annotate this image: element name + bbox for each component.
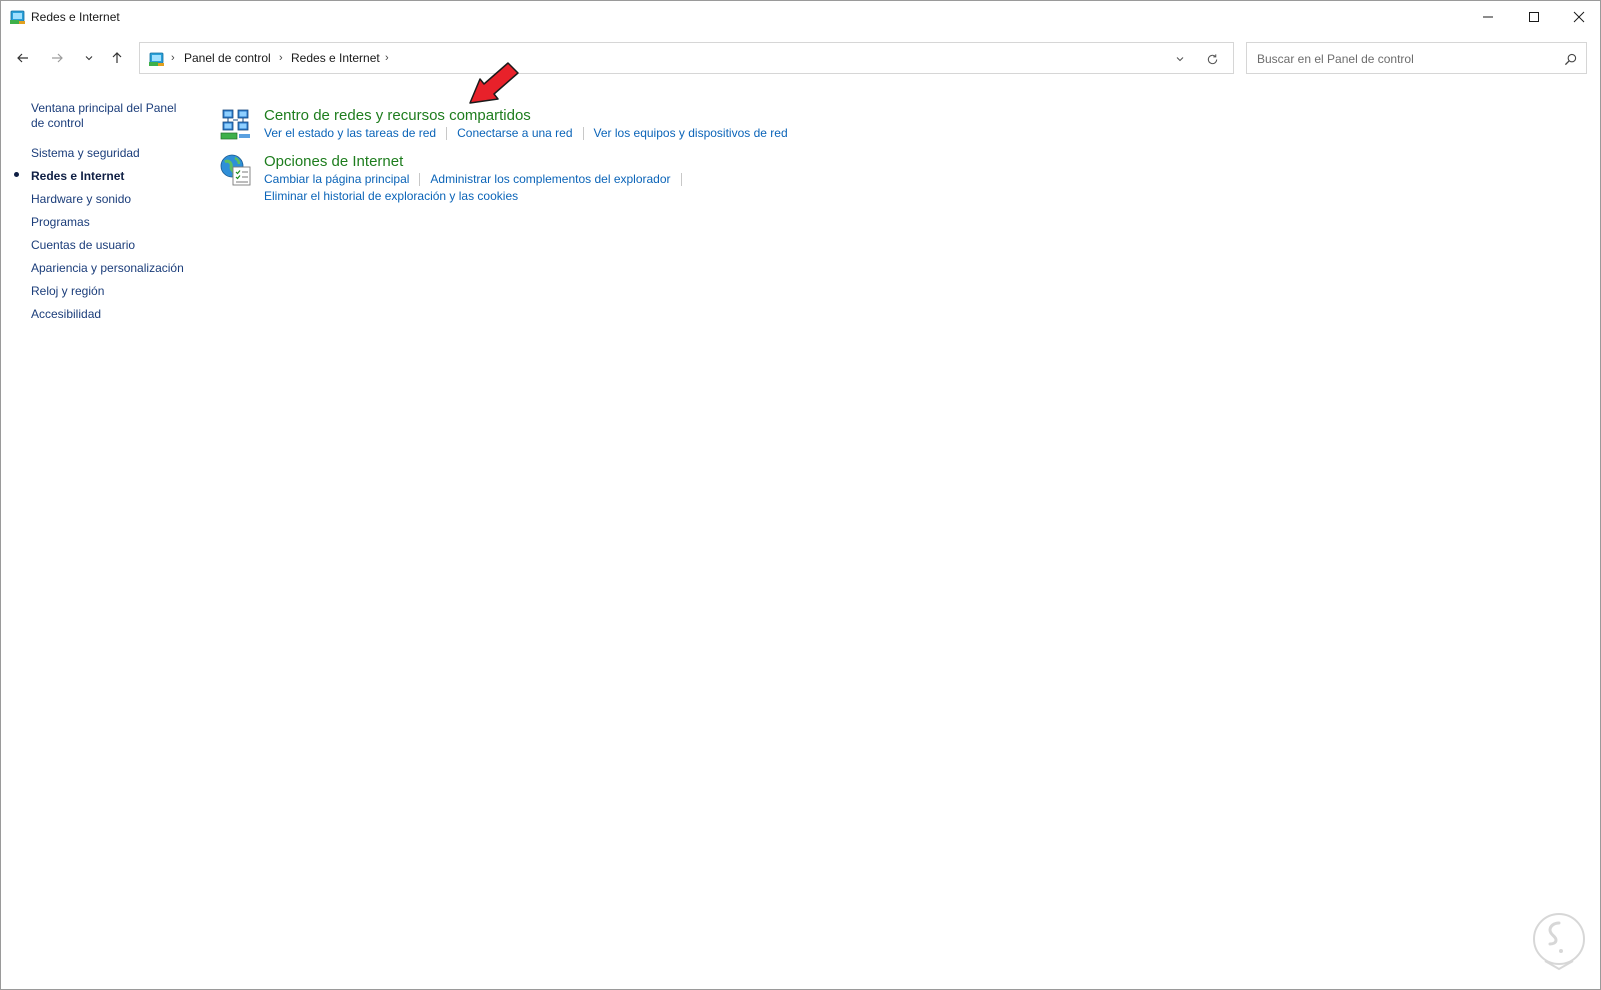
chevron-down-icon bbox=[85, 56, 93, 61]
maximize-icon bbox=[1529, 12, 1539, 22]
manage-addons-link[interactable]: Administrar los complementos del explora… bbox=[430, 172, 670, 186]
internet-options-icon[interactable] bbox=[219, 153, 253, 187]
sidebar-item-user-accounts[interactable]: Cuentas de usuario bbox=[31, 238, 193, 253]
refresh-icon bbox=[1207, 53, 1217, 64]
breadcrumb-panel-de-control[interactable]: Panel de control bbox=[184, 51, 271, 65]
search-button[interactable] bbox=[1562, 51, 1578, 67]
title-bar: Redes e Internet bbox=[1, 1, 1600, 33]
minimize-icon bbox=[1483, 16, 1493, 18]
task-separator bbox=[419, 173, 421, 187]
watermark-logo-icon bbox=[1533, 913, 1585, 971]
delete-browsing-history-link[interactable]: Eliminar el historial de exploración y l… bbox=[264, 189, 518, 203]
chevron-down-icon bbox=[1176, 57, 1184, 62]
search-icon bbox=[1564, 53, 1576, 65]
sidebar-item-network[interactable]: Redes e Internet bbox=[31, 169, 193, 184]
internet-options-title[interactable]: Opciones de Internet bbox=[264, 153, 403, 170]
sidebar-item-security[interactable]: Sistema y seguridad bbox=[31, 146, 193, 161]
control-panel-icon bbox=[149, 52, 164, 66]
up-button[interactable] bbox=[105, 46, 129, 70]
arrow-right-icon bbox=[52, 53, 63, 63]
connect-to-network-link[interactable]: Conectarse a una red bbox=[457, 126, 572, 140]
annotation-arrow-icon bbox=[469, 62, 519, 104]
navigation-bar: › Panel de control › Redes e Internet › bbox=[1, 39, 1600, 77]
task-separator bbox=[446, 127, 448, 141]
minimize-button[interactable] bbox=[1465, 1, 1511, 33]
network-center-tasks: Ver el estado y las tareas de red Conecta… bbox=[264, 126, 788, 141]
network-center-icon[interactable] bbox=[219, 107, 253, 141]
sidebar-item-clock-region[interactable]: Reloj y región bbox=[31, 284, 193, 299]
view-network-status-link[interactable]: Ver el estado y las tareas de red bbox=[264, 126, 436, 140]
arrow-up-icon bbox=[112, 52, 122, 63]
breadcrumb-redes-e-internet[interactable]: Redes e Internet bbox=[291, 51, 380, 65]
task-separator bbox=[680, 173, 682, 187]
view-network-devices-link[interactable]: Ver los equipos y dispositivos de red bbox=[594, 126, 788, 140]
maximize-button[interactable] bbox=[1511, 1, 1557, 33]
control-panel-window: Redes e Internet › Panel de control › Re… bbox=[0, 0, 1601, 990]
recent-locations-button[interactable] bbox=[77, 46, 101, 70]
change-home-page-link[interactable]: Cambiar la página principal bbox=[264, 172, 409, 186]
forward-button[interactable] bbox=[45, 46, 69, 70]
sidebar-item-programs[interactable]: Programas bbox=[31, 215, 193, 230]
sidebar-item-control-panel-home[interactable]: Ventana principal del Panel de control bbox=[31, 101, 193, 131]
control-panel-icon bbox=[10, 10, 25, 24]
search-input[interactable] bbox=[1255, 48, 1549, 70]
internet-options-tasks: Cambiar la página principal Administrar l… bbox=[264, 172, 692, 187]
sidebar-item-appearance[interactable]: Apariencia y personalización bbox=[31, 261, 193, 276]
active-item-bullet bbox=[14, 172, 19, 177]
close-icon bbox=[1573, 11, 1585, 23]
breadcrumb-separator[interactable]: › bbox=[279, 52, 283, 64]
search-box[interactable] bbox=[1246, 42, 1587, 74]
task-separator bbox=[582, 127, 584, 141]
address-dropdown-button[interactable] bbox=[1171, 50, 1189, 68]
sidebar-item-hardware[interactable]: Hardware y sonido bbox=[31, 192, 193, 207]
breadcrumb-separator[interactable]: › bbox=[171, 52, 175, 64]
refresh-button[interactable] bbox=[1203, 50, 1221, 68]
close-button[interactable] bbox=[1556, 1, 1600, 33]
back-button[interactable] bbox=[11, 46, 35, 70]
window-title: Redes e Internet bbox=[31, 10, 120, 24]
breadcrumb-separator[interactable]: › bbox=[385, 52, 389, 64]
sidebar-item-accessibility[interactable]: Accesibilidad bbox=[31, 307, 193, 322]
network-center-title[interactable]: Centro de redes y recursos compartidos bbox=[264, 107, 531, 124]
arrow-left-icon bbox=[17, 53, 28, 63]
internet-options-tasks-line2: Eliminar el historial de exploración y l… bbox=[264, 189, 518, 203]
address-bar[interactable]: › Panel de control › Redes e Internet › bbox=[139, 42, 1234, 74]
